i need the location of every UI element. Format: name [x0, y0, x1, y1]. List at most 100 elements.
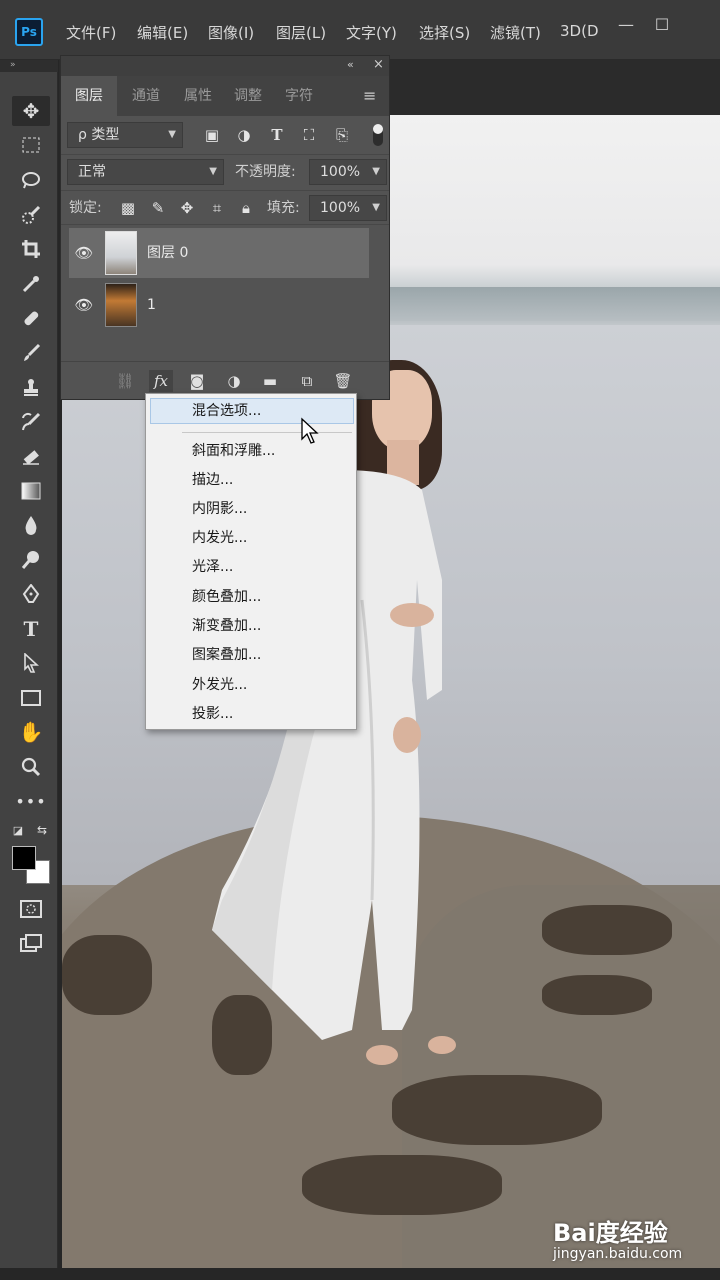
zoom-tool-icon[interactable]	[12, 752, 50, 782]
minimize-button[interactable]: —	[606, 14, 646, 36]
add-mask-icon[interactable]: ◙	[185, 370, 209, 392]
path-select-tool-icon[interactable]	[12, 648, 50, 678]
bottom-edge	[0, 1268, 720, 1280]
quick-select-tool-icon[interactable]	[12, 200, 50, 230]
lock-position-icon[interactable]: ✥	[176, 197, 198, 219]
panel-close-icon[interactable]: ×	[373, 57, 384, 72]
lock-image-icon[interactable]: ✎	[147, 197, 169, 219]
chevron-down-icon: ▼	[372, 202, 380, 213]
tab-adjustments[interactable]: 调整	[223, 76, 273, 116]
healing-brush-tool-icon[interactable]	[12, 303, 50, 333]
menu-bar: Ps 文件(F) 编辑(E) 图像(I) 图层(L) 文字(Y) 选择(S) 滤…	[0, 0, 720, 60]
shape-layer-filter-icon[interactable]: ⛶	[298, 124, 320, 146]
adjustment-layer-filter-icon[interactable]: ◑	[233, 124, 255, 146]
toolbar-collapse-icon[interactable]: »	[0, 60, 58, 72]
gradient-tool-icon[interactable]	[12, 476, 50, 506]
tab-character[interactable]: 字符	[273, 76, 325, 116]
menu-type[interactable]: 文字(Y)	[346, 22, 397, 43]
dodge-tool-icon[interactable]	[12, 545, 50, 575]
brush-tool-icon[interactable]	[12, 338, 50, 368]
pen-tool-icon[interactable]	[12, 579, 50, 609]
baidu-watermark-logo: Bai度经验	[553, 1219, 668, 1247]
quick-mask-icon[interactable]	[12, 894, 50, 924]
screen-mode-icon[interactable]	[12, 928, 50, 958]
crop-tool-icon[interactable]	[12, 234, 50, 264]
lasso-tool-icon[interactable]	[12, 165, 50, 195]
clone-stamp-tool-icon[interactable]	[12, 372, 50, 402]
marquee-tool-icon[interactable]	[12, 130, 50, 160]
eraser-tool-icon[interactable]	[12, 441, 50, 471]
menu-3d[interactable]: 3D(D	[560, 22, 599, 40]
pixel-layer-filter-icon[interactable]: ▣	[201, 124, 223, 146]
move-tool-icon[interactable]: ✥	[12, 96, 50, 126]
lock-transparent-icon[interactable]: ▩	[117, 197, 139, 219]
type-layer-filter-icon[interactable]: T	[266, 124, 288, 146]
menu-item-blending-options[interactable]: 混合选项...	[192, 400, 261, 422]
filter-toggle[interactable]	[373, 124, 383, 146]
maximize-button[interactable]: ☐	[642, 14, 682, 36]
chevron-down-icon: ▼	[372, 166, 380, 177]
eyedropper-tool-icon[interactable]	[12, 269, 50, 299]
lock-all-icon[interactable]: 🔒︎	[235, 197, 257, 219]
opacity-field[interactable]: 100% ▼	[309, 159, 387, 185]
blur-tool-icon[interactable]	[12, 510, 50, 540]
menu-item-pattern-overlay[interactable]: 图案叠加...	[192, 644, 261, 666]
menu-item-stroke[interactable]: 描边...	[192, 469, 233, 491]
type-tool-icon[interactable]: T	[12, 614, 50, 644]
layer-thumbnail	[105, 283, 137, 327]
link-layers-icon[interactable]: ⛓︎	[113, 370, 137, 392]
menu-item-color-overlay[interactable]: 颜色叠加...	[192, 586, 261, 608]
fill-value: 100%	[320, 200, 361, 216]
menu-file[interactable]: 文件(F)	[66, 22, 116, 43]
history-brush-tool-icon[interactable]	[12, 407, 50, 437]
photoshop-logo[interactable]: Ps	[15, 18, 43, 46]
layer-name[interactable]: 1	[147, 280, 156, 330]
filter-kind-dropdown[interactable]: ρ 类型 ▼	[67, 122, 183, 148]
blend-mode-dropdown[interactable]: 正常 ▼	[67, 159, 224, 185]
fill-label: 填充:	[267, 200, 300, 216]
swap-colors-icon[interactable]: ⇆	[32, 820, 52, 840]
menu-select[interactable]: 选择(S)	[419, 22, 470, 43]
tab-layers[interactable]: 图层	[61, 76, 117, 116]
layer-row-1[interactable]: 👁︎ 1	[69, 280, 369, 330]
fill-field[interactable]: 100% ▼	[309, 195, 387, 221]
menu-separator	[182, 432, 352, 433]
visibility-eye-icon[interactable]: 👁︎	[73, 242, 95, 264]
menu-item-satin[interactable]: 光泽...	[192, 556, 233, 578]
new-layer-icon[interactable]: ⧉	[295, 370, 319, 392]
menu-filter[interactable]: 滤镜(T)	[490, 22, 541, 43]
hand-tool-icon[interactable]: ✋	[12, 717, 50, 747]
baidu-watermark-url: jingyan.baidu.com	[553, 1246, 683, 1262]
new-group-icon[interactable]: ▬	[258, 370, 282, 392]
lock-artboard-icon[interactable]: ⌗	[206, 197, 228, 219]
rock	[302, 1155, 502, 1215]
more-tools-icon[interactable]: •••	[12, 786, 50, 816]
delete-layer-icon[interactable]: 🗑︎	[331, 370, 355, 392]
default-colors-icon[interactable]: ◪	[8, 820, 28, 840]
foreground-color-swatch[interactable]	[12, 846, 36, 870]
rock	[542, 975, 652, 1015]
menu-layer[interactable]: 图层(L)	[276, 22, 326, 43]
blend-row: 正常 ▼ 不透明度: 100% ▼	[61, 154, 389, 188]
menu-image[interactable]: 图像(I)	[208, 22, 254, 43]
menu-item-bevel-emboss[interactable]: 斜面和浮雕...	[192, 440, 275, 462]
tab-channels[interactable]: 通道	[119, 76, 173, 116]
layer-name[interactable]: 图层 0	[147, 228, 188, 278]
fx-button[interactable]: fx	[149, 370, 173, 392]
mouse-cursor-icon	[301, 417, 319, 444]
menu-item-gradient-overlay[interactable]: 渐变叠加...	[192, 615, 261, 637]
menu-edit[interactable]: 编辑(E)	[137, 22, 188, 43]
rectangle-tool-icon[interactable]	[12, 683, 50, 713]
menu-item-inner-glow[interactable]: 内发光...	[192, 527, 247, 549]
menu-item-outer-glow[interactable]: 外发光...	[192, 674, 247, 696]
tab-properties[interactable]: 属性	[173, 76, 223, 116]
new-adjustment-layer-icon[interactable]: ◑	[222, 370, 246, 392]
menu-item-drop-shadow[interactable]: 投影...	[192, 703, 233, 725]
panel-collapse-icon[interactable]: «	[347, 58, 354, 71]
panel-menu-icon[interactable]: ≡	[363, 86, 376, 105]
menu-item-inner-shadow[interactable]: 内阴影...	[192, 498, 247, 520]
opacity-value: 100%	[320, 164, 361, 180]
smart-object-filter-icon[interactable]: ⎘	[331, 124, 353, 146]
visibility-eye-icon[interactable]: 👁︎	[73, 294, 95, 316]
layer-row-layer0[interactable]: 👁︎ 图层 0	[69, 228, 369, 278]
